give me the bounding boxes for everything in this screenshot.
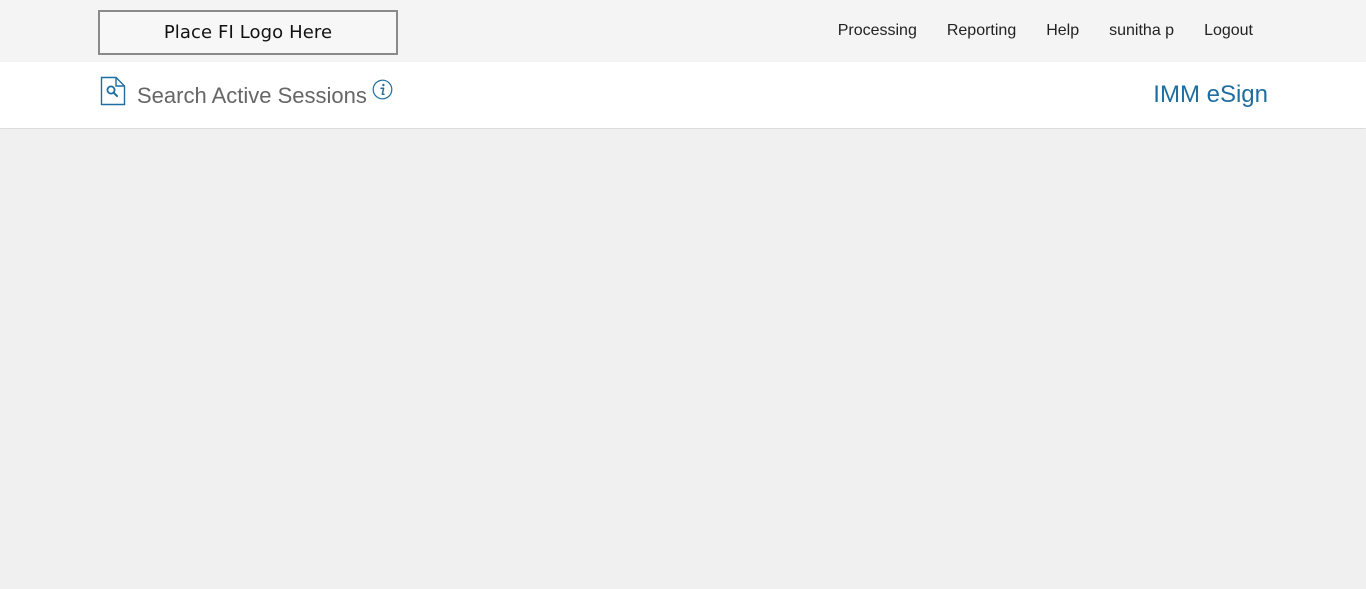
nav-item-processing[interactable]: Processing — [838, 22, 917, 40]
nav-item-logout[interactable]: Logout — [1204, 22, 1253, 40]
main-content-area — [0, 129, 1366, 589]
search-document-icon — [100, 76, 126, 106]
page-header: Search Active Sessions IMM eSign — [0, 62, 1366, 128]
product-brand: IMM eSign — [1153, 81, 1268, 108]
page-title: Search Active Sessions — [137, 83, 367, 108]
fi-logo-placeholder[interactable]: Place FI Logo Here — [98, 10, 398, 55]
nav-item-help[interactable]: Help — [1046, 22, 1079, 40]
info-icon[interactable] — [372, 79, 393, 100]
main-nav: Processing Reporting Help sunitha p Logo… — [808, 22, 1253, 40]
top-navigation-bar: Place FI Logo Here Processing Reporting … — [0, 0, 1366, 62]
nav-item-reporting[interactable]: Reporting — [947, 22, 1016, 40]
nav-item-user[interactable]: sunitha p — [1109, 22, 1174, 40]
